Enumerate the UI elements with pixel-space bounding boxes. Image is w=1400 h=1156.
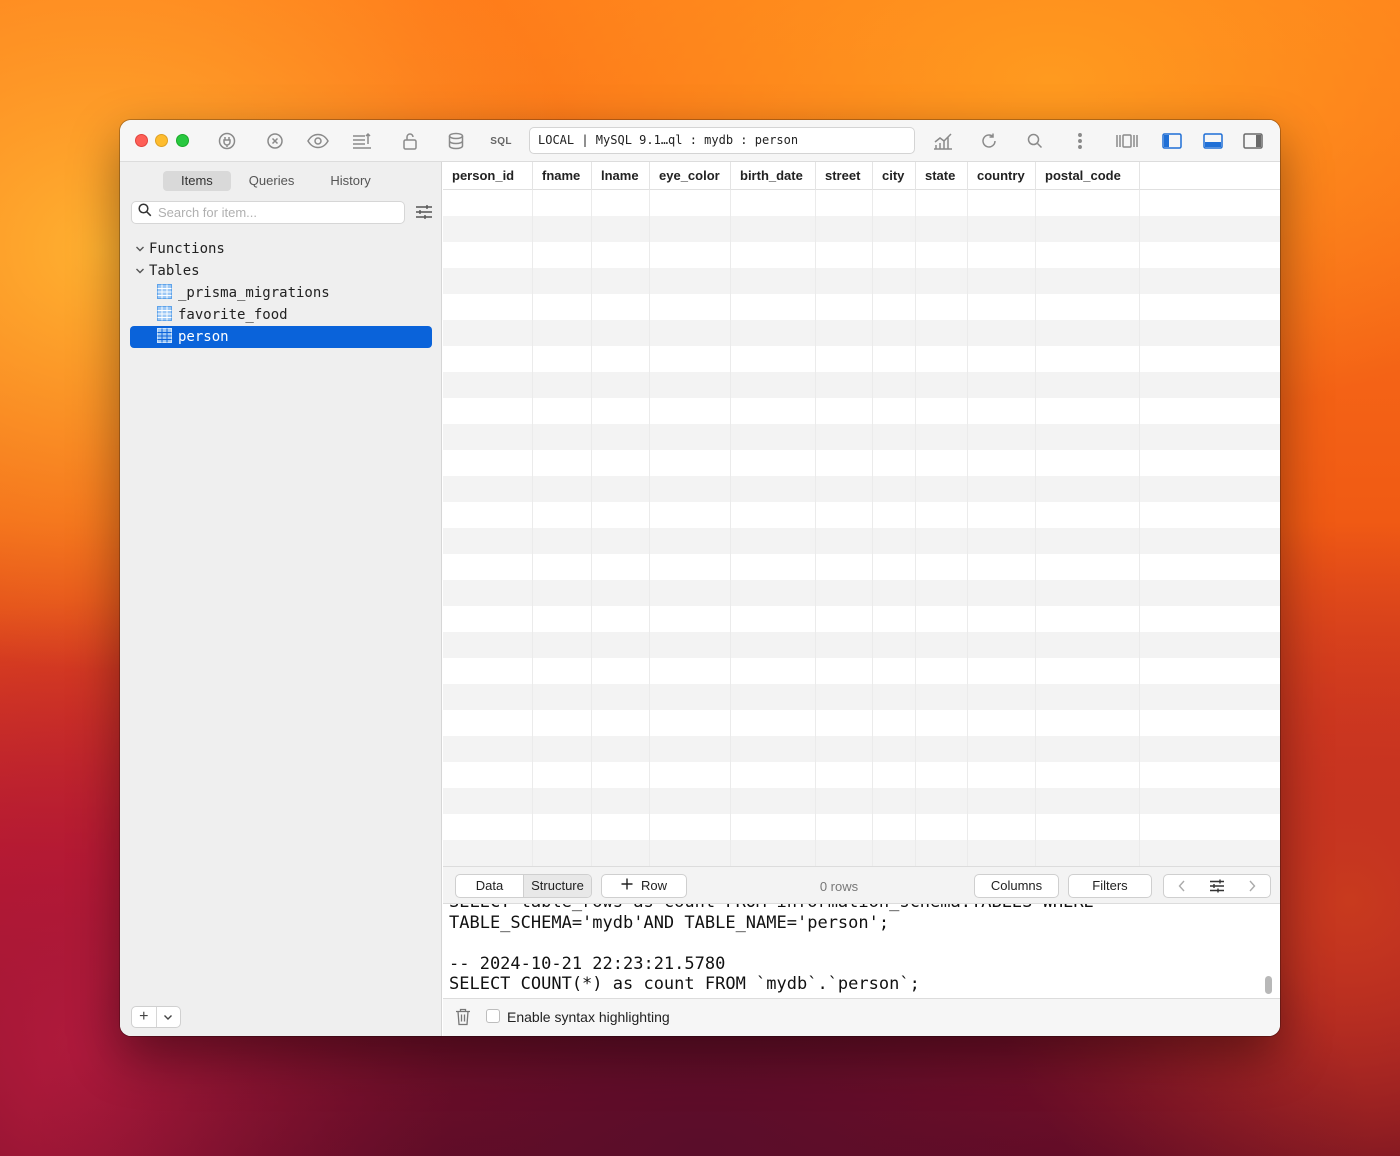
log-line: SELECT COUNT(*) as count FROM `mydb`.`pe… (449, 974, 920, 994)
tree-group-label: Tables (149, 263, 200, 279)
log-line: TABLE_SCHEMA='mydb'AND TABLE_NAME='perso… (449, 912, 890, 933)
query-log-text: SELECT table_rows as count FROM informat… (449, 904, 1094, 995)
plus-icon (621, 875, 633, 897)
sidebar-search (131, 201, 405, 224)
column-header[interactable]: birth_date (731, 162, 816, 190)
grid-body[interactable] (443, 190, 1280, 866)
column-divider (730, 190, 731, 866)
table-item-prisma-migrations[interactable]: _prisma_migrations (130, 282, 432, 304)
unlock-icon[interactable] (400, 129, 420, 153)
pagination-controls (1163, 874, 1271, 898)
previous-page-icon[interactable] (1164, 875, 1199, 897)
sort-lines-icon[interactable] (351, 129, 373, 153)
column-header[interactable]: lname (592, 162, 650, 190)
chevron-down-icon[interactable] (130, 245, 149, 253)
log-line: SELECT table_rows as count FROM informat… (449, 904, 1094, 913)
column-header[interactable]: eye_color (650, 162, 731, 190)
toggle-inspector-icon[interactable] (1242, 129, 1264, 153)
columns-button[interactable]: Columns (974, 874, 1059, 898)
column-divider (532, 190, 533, 866)
stop-query-icon[interactable] (264, 129, 286, 153)
column-header[interactable]: fname (533, 162, 592, 190)
column-divider (1035, 190, 1036, 866)
tab-items[interactable]: Items (163, 171, 231, 191)
column-divider (591, 190, 592, 866)
structure-view-button[interactable]: Structure (523, 875, 591, 897)
next-page-icon[interactable] (1235, 875, 1270, 897)
tree-group-tables[interactable]: Tables (130, 260, 432, 282)
search-icon[interactable] (1024, 129, 1046, 153)
title-bar: SQL LOCAL | MySQL 9.1…ql : mydb : person (120, 120, 1280, 162)
grid-header: person_id fname lname eye_color birth_da… (443, 162, 1280, 190)
column-divider (1139, 190, 1140, 866)
log-footer: Enable syntax highlighting (443, 998, 1280, 1036)
table-item-label: _prisma_migrations (178, 285, 330, 301)
column-divider (815, 190, 816, 866)
table-icon (157, 283, 172, 303)
database-icon[interactable] (445, 129, 467, 153)
sidebar: Items Queries History Functions (120, 162, 442, 1036)
table-icon (157, 327, 172, 347)
column-divider (915, 190, 916, 866)
table-icon (157, 305, 172, 325)
data-view-button[interactable]: Data (456, 875, 523, 897)
close-window-button[interactable] (135, 134, 148, 147)
log-line: -- 2024-10-21 22:23:21.5780 (449, 953, 726, 974)
table-item-person[interactable]: person (130, 326, 432, 348)
table-item-label: person (178, 329, 229, 345)
column-divider (649, 190, 650, 866)
column-header[interactable]: country (968, 162, 1036, 190)
add-row-label: Row (640, 878, 667, 893)
query-log[interactable]: SELECT table_rows as count FROM informat… (443, 904, 1280, 998)
table-item-label: favorite_food (178, 307, 288, 323)
search-input[interactable] (158, 205, 388, 220)
tree-group-label: Functions (149, 241, 225, 257)
item-tree: Functions Tables _prisma_migrations favo… (130, 238, 432, 348)
column-header[interactable]: street (816, 162, 873, 190)
add-menu-chevron-icon[interactable] (157, 1007, 181, 1027)
filters-button[interactable]: Filters (1068, 874, 1152, 898)
data-grid: person_id fname lname eye_color birth_da… (443, 162, 1280, 866)
zoom-window-button[interactable] (176, 134, 189, 147)
add-row-button[interactable]: Row (601, 874, 687, 898)
more-options-icon[interactable] (1070, 129, 1090, 153)
connection-plug-icon[interactable] (216, 129, 238, 153)
column-header[interactable]: state (916, 162, 968, 190)
sql-editor-button[interactable]: SQL (486, 129, 516, 153)
preview-eye-icon[interactable] (306, 129, 330, 153)
chevron-down-icon[interactable] (130, 267, 149, 275)
tab-queries[interactable]: Queries (231, 171, 313, 191)
grid-bottom-bar: Data Structure Row 0 rows Columns Filter… (443, 866, 1280, 904)
column-header[interactable]: person_id (443, 162, 533, 190)
trash-icon[interactable] (455, 1008, 471, 1031)
tree-group-functions[interactable]: Functions (130, 238, 432, 260)
column-header[interactable]: city (873, 162, 916, 190)
view-mode-toggle: Data Structure (455, 874, 592, 898)
columns-view-icon[interactable] (1114, 129, 1140, 153)
add-item-button[interactable]: + (132, 1007, 157, 1027)
syntax-highlight-checkbox[interactable] (486, 1009, 500, 1023)
sidebar-footer-controls: + (131, 1006, 181, 1028)
toggle-sidebar-icon[interactable] (1161, 129, 1183, 153)
column-header[interactable]: postal_code (1036, 162, 1140, 190)
column-divider (967, 190, 968, 866)
column-divider (872, 190, 873, 866)
chart-metrics-icon[interactable] (931, 129, 955, 153)
pagination-settings-icon[interactable] (1199, 875, 1234, 897)
minimize-window-button[interactable] (155, 134, 168, 147)
sidebar-tabs: Items Queries History (163, 171, 389, 191)
tab-history[interactable]: History (312, 171, 388, 191)
app-window: SQL LOCAL | MySQL 9.1…ql : mydb : person (120, 120, 1280, 1036)
filter-settings-icon[interactable] (415, 204, 433, 225)
log-scrollbar[interactable] (1265, 976, 1272, 994)
refresh-icon[interactable] (979, 129, 999, 153)
syntax-highlight-label: Enable syntax highlighting (507, 1009, 670, 1025)
connection-path-field[interactable]: LOCAL | MySQL 9.1…ql : mydb : person (529, 127, 915, 154)
search-icon (138, 203, 152, 222)
toggle-bottom-panel-icon[interactable] (1202, 129, 1224, 153)
table-item-favorite-food[interactable]: favorite_food (130, 304, 432, 326)
